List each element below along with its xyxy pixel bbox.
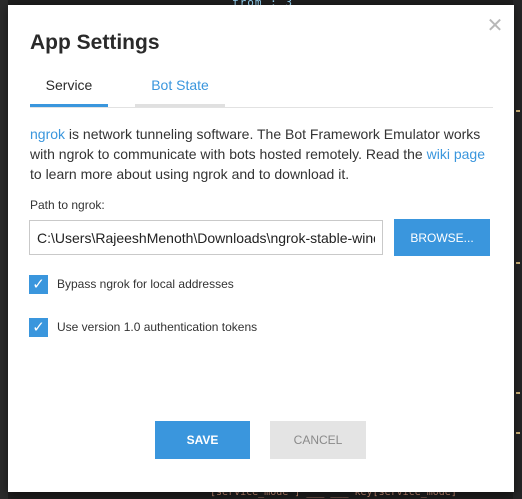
scroll-marker [516,432,520,434]
ngrok-path-input[interactable] [29,220,383,255]
scroll-marker [516,392,520,394]
close-icon[interactable]: ✕ [486,16,504,36]
description-text-2: to learn more about using ngrok and to d… [30,166,350,182]
scroll-marker [516,262,520,264]
tab-bot-state[interactable]: Bot State [135,73,225,107]
editor-gutter [0,0,8,499]
path-label: Path to ngrok: [30,198,105,212]
wiki-page-link[interactable]: wiki page [427,146,485,162]
auth-token-checkbox[interactable]: ✓ [29,318,48,337]
ngrok-link[interactable]: ngrok [30,126,65,142]
description-text-1: is network tunneling software. The Bot F… [30,126,481,162]
editor-scrollbar[interactable] [513,0,522,499]
bypass-label: Bypass ngrok for local addresses [57,277,234,291]
tab-service[interactable]: Service [30,73,108,107]
service-description: ngrok is network tunneling software. The… [30,124,500,184]
browse-button[interactable]: BROWSE... [394,219,490,256]
tab-bar: Service Bot State [30,73,493,108]
dialog-title: App Settings [30,31,160,54]
scroll-marker [516,110,520,112]
app-settings-dialog: App Settings ✕ Service Bot State ngrok i… [8,5,514,492]
auth-token-label: Use version 1.0 authentication tokens [57,320,258,334]
cancel-button[interactable]: CANCEL [270,421,366,459]
save-button[interactable]: SAVE [155,421,250,459]
bypass-checkbox[interactable]: ✓ [29,275,48,294]
